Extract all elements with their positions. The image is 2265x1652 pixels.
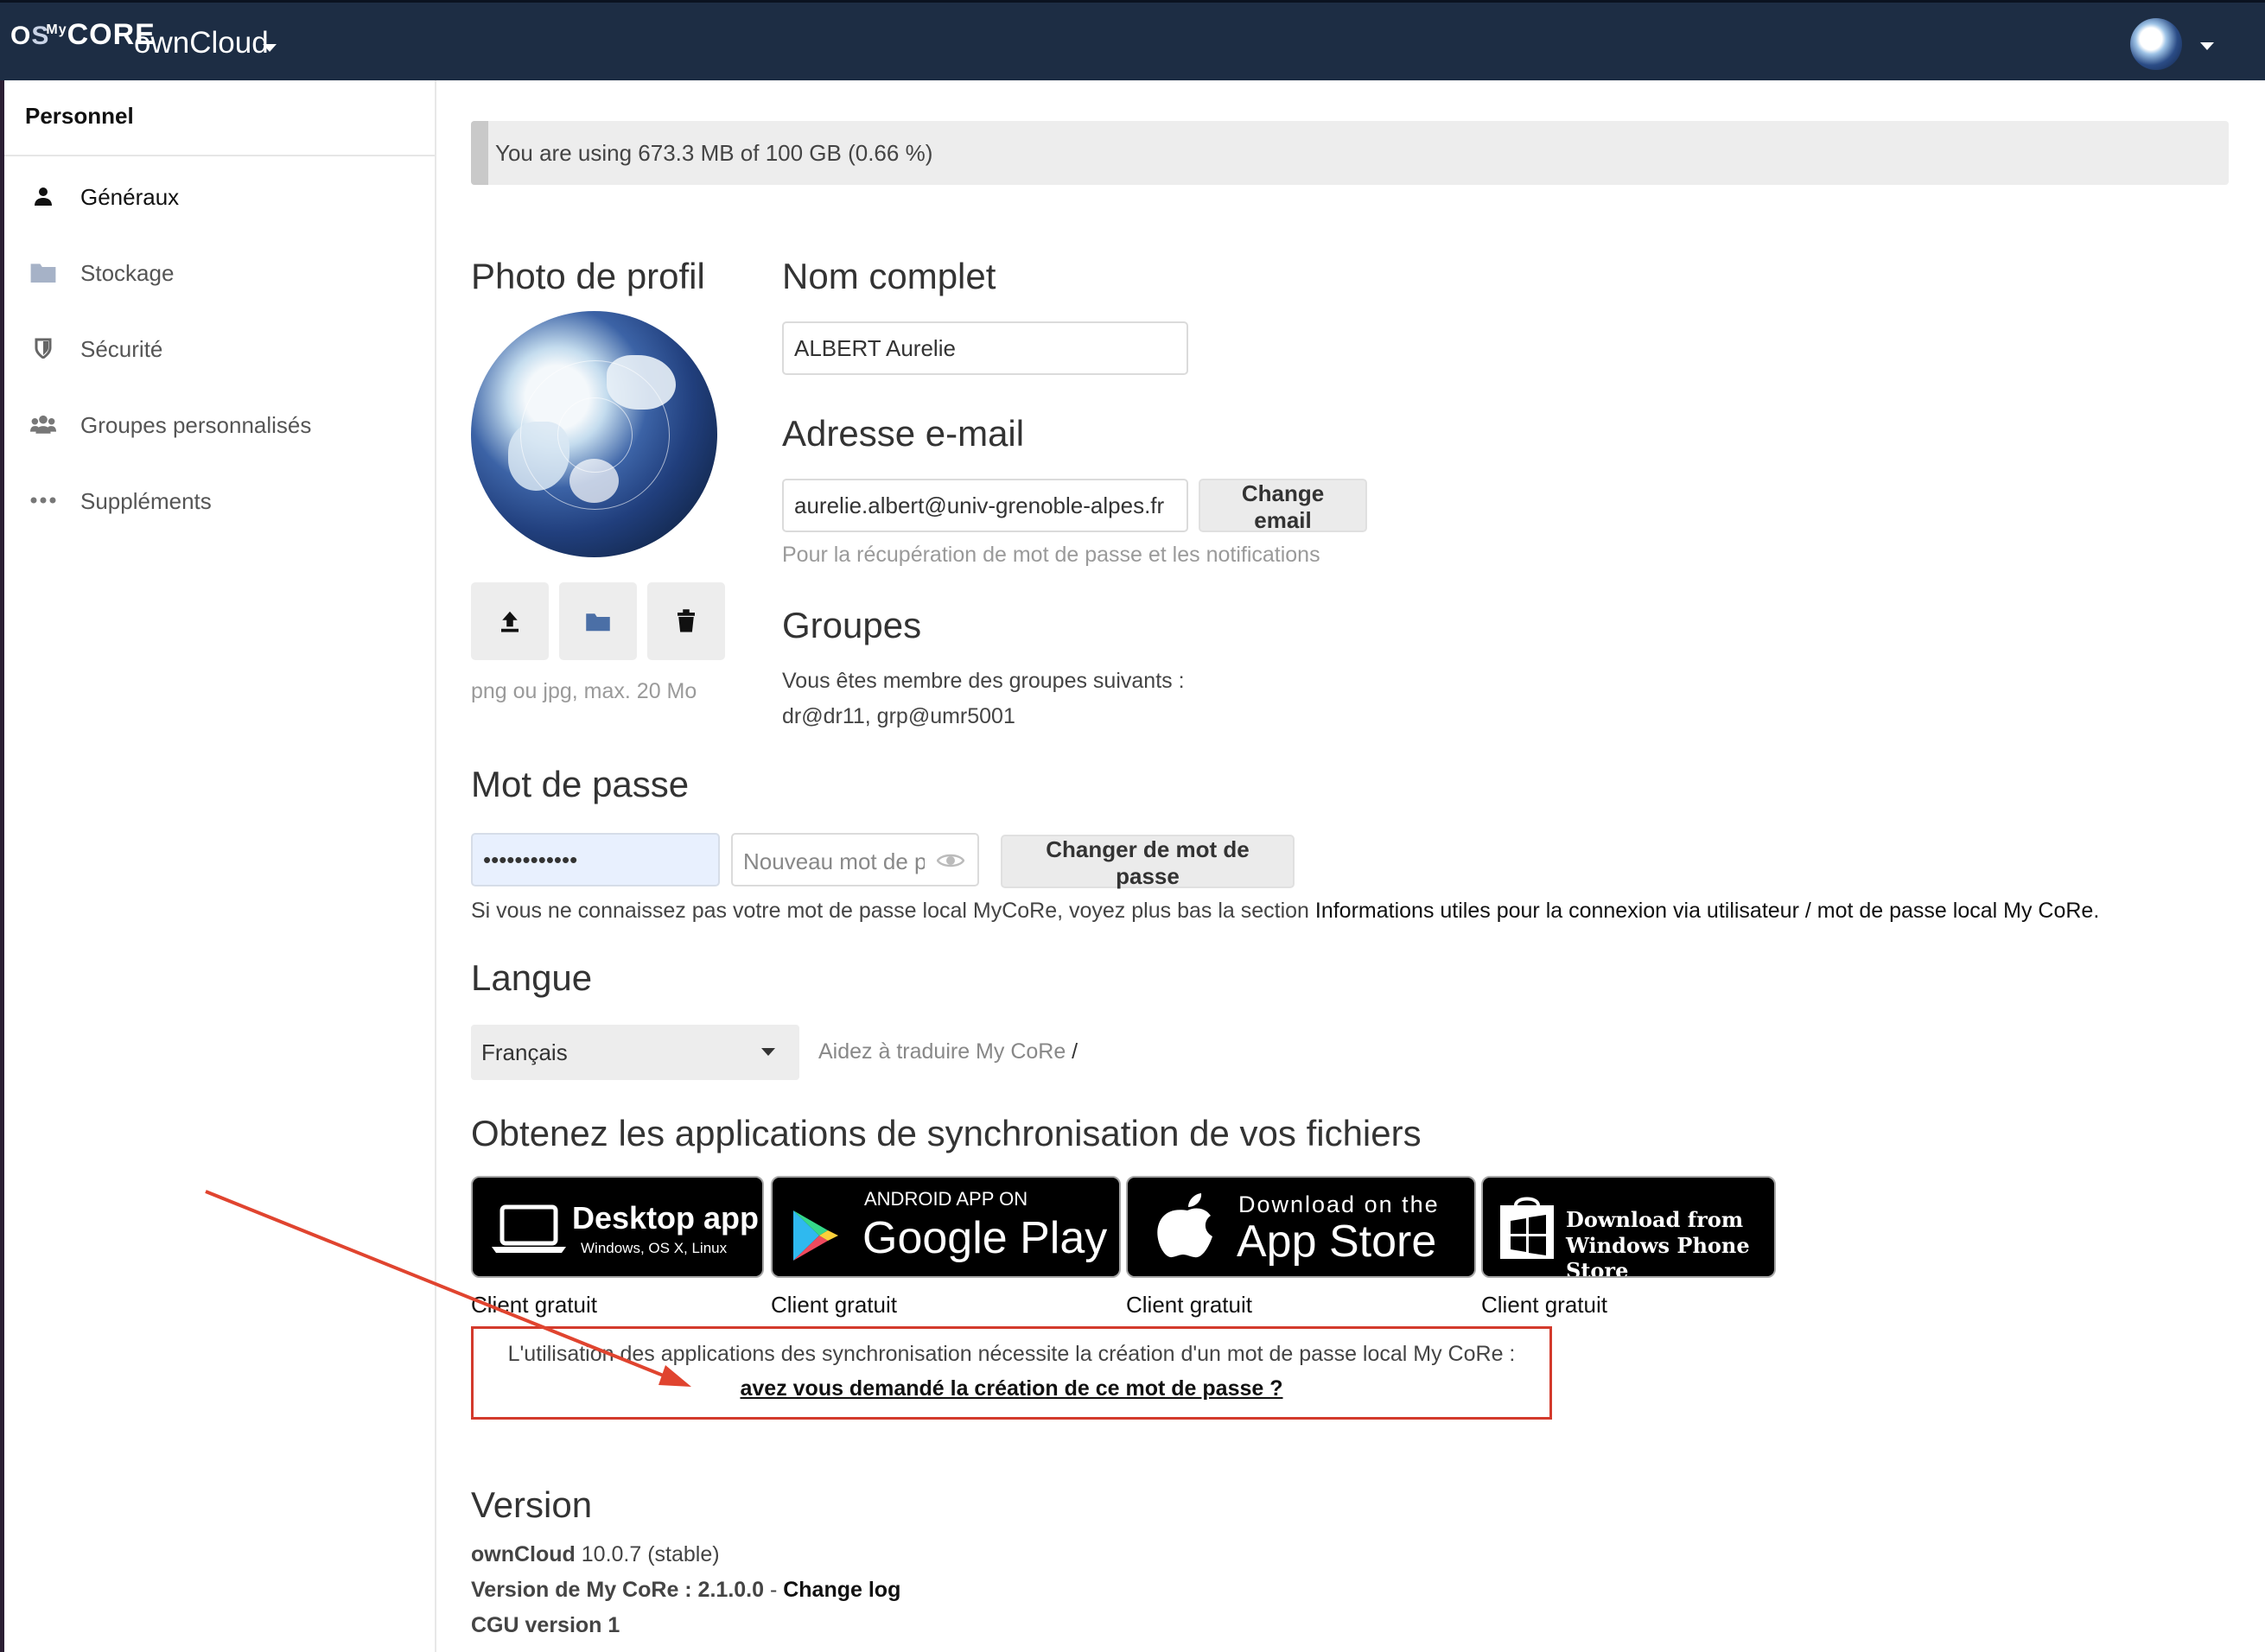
app-store-caption: Client gratuit: [1126, 1292, 1252, 1318]
more-icon: [30, 497, 56, 504]
sidebar-divider: [4, 155, 435, 156]
profile-photo-heading: Photo de profil: [471, 256, 705, 296]
upload-icon: [501, 611, 519, 632]
cgu-label: CGU: [471, 1613, 519, 1637]
password-note: Si vous ne connaissez pas votre mot de p…: [471, 899, 2099, 924]
new-password-field[interactable]: Nouveau mot de passe: [731, 833, 979, 886]
email-hint: Pour la récupération de mot de passe et …: [782, 543, 1320, 567]
translate-help-link[interactable]: Aidez à traduire My CoRe: [818, 1039, 1066, 1064]
upload-photo-button[interactable]: [471, 582, 549, 660]
show-password-eye-icon[interactable]: [937, 851, 964, 870]
top-header: OSMyCORE ownCloud: [0, 0, 2265, 80]
sidebar-heading: Personnel: [25, 103, 134, 129]
trash-icon: [678, 609, 695, 632]
email-heading: Adresse e-mail: [782, 413, 1025, 454]
sidebar-item-label: Groupes personnalisés: [80, 412, 312, 438]
windows-phone-store-badge[interactable]: Download from Windows Phone Store: [1481, 1176, 1776, 1278]
chevron-down-icon: [761, 1048, 775, 1056]
changelog-link[interactable]: Change log: [783, 1578, 900, 1602]
windows-store-caption: Client gratuit: [1481, 1292, 1607, 1318]
app-store-badge[interactable]: Download on the App Store: [1126, 1176, 1476, 1278]
group-icon: [30, 415, 56, 434]
groups-list: dr@dr11, grp@umr5001: [782, 704, 1015, 728]
folder-icon: [586, 613, 610, 632]
sync-notice-link[interactable]: avez vous demandé la création de ce mot …: [474, 1376, 1549, 1401]
sidebar-item-label: Suppléments: [80, 488, 212, 514]
groups-heading: Groupes: [782, 605, 922, 645]
google-play-icon: [793, 1210, 838, 1261]
sidebar-item-generaux[interactable]: Généraux: [4, 165, 435, 226]
sidebar-item-stockage[interactable]: Stockage: [4, 241, 435, 302]
password-note-text: Si vous ne connaissez pas votre mot de p…: [471, 899, 1315, 923]
translate-help-separator: /: [1066, 1039, 1078, 1064]
settings-sidebar: Personnel Généraux Stockage Sécurité Gro…: [4, 80, 436, 1652]
user-avatar[interactable]: [2130, 18, 2182, 70]
storage-quota-bar: You are using 673.3 MB of 100 GB (0.66 %…: [471, 121, 2229, 185]
sync-notice-text: L'utilisation des applications des synch…: [507, 1342, 1516, 1366]
quota-text: You are using 673.3 MB of 100 GB (0.66 %…: [495, 140, 933, 166]
mycore-version-label: Version de My CoRe : 2.1.0.0: [471, 1578, 765, 1602]
laptop-icon: [492, 1204, 566, 1253]
badge-title: Desktop app: [572, 1200, 760, 1236]
user-icon: [35, 187, 52, 206]
sidebar-item-label: Sécurité: [80, 336, 163, 362]
google-play-badge[interactable]: ANDROID APP ON Google Play: [771, 1176, 1121, 1278]
sidebar-item-label: Stockage: [80, 260, 175, 286]
version-separator: -: [764, 1578, 784, 1602]
desktop-app-caption: Client gratuit: [471, 1292, 597, 1318]
owncloud-version: ownCloud 10.0.7 (stable): [471, 1542, 720, 1567]
remove-photo-button[interactable]: [647, 582, 725, 660]
app-switcher-label[interactable]: ownCloud: [134, 26, 269, 60]
sidebar-item-supplements[interactable]: Suppléments: [4, 469, 435, 530]
badge-subtitle: Windows, OS X, Linux: [581, 1240, 728, 1256]
password-note-link[interactable]: Informations utiles pour la connexion vi…: [1315, 899, 2099, 923]
current-password-input[interactable]: [471, 833, 720, 886]
groups-intro: Vous êtes membre des groupes suivants :: [782, 669, 1185, 693]
badge-subtitle: ANDROID APP ON: [864, 1188, 1028, 1210]
product-name: ownCloud: [471, 1542, 576, 1566]
email-input[interactable]: [782, 479, 1188, 532]
badge-subtitle: Download on the: [1238, 1191, 1440, 1217]
badge-title: Google Play: [862, 1213, 1108, 1263]
app-switcher-caret-icon[interactable]: [263, 44, 277, 52]
select-photo-from-files-button[interactable]: [559, 582, 637, 660]
badge-subtitle: Download from: [1566, 1207, 1744, 1232]
cgu-version-value: version 1: [519, 1613, 620, 1637]
desktop-app-badge[interactable]: Desktop app Windows, OS X, Linux: [471, 1176, 764, 1278]
sync-apps-heading: Obtenez les applications de synchronisat…: [471, 1113, 1422, 1153]
language-selected-value: Français: [481, 1039, 568, 1065]
sidebar-item-label: Généraux: [80, 184, 180, 210]
windows-store-icon: [1500, 1197, 1554, 1259]
change-email-button[interactable]: Change email: [1199, 479, 1367, 533]
full-name-input[interactable]: [782, 321, 1188, 375]
password-heading: Mot de passe: [471, 764, 690, 804]
new-password-placeholder: Nouveau mot de passe: [743, 848, 925, 874]
cgu-version: CGU version 1: [471, 1613, 620, 1638]
profile-avatar: [471, 311, 717, 557]
apple-icon: [1157, 1193, 1212, 1258]
sidebar-item-securite[interactable]: Sécurité: [4, 317, 435, 378]
version-heading: Version: [471, 1484, 593, 1525]
change-password-button[interactable]: Changer de mot de passe: [1001, 835, 1295, 889]
user-menu-caret-icon[interactable]: [2200, 42, 2214, 50]
sync-password-notice: L'utilisation des applications des synch…: [471, 1326, 1552, 1420]
shield-icon: [35, 338, 52, 359]
sidebar-item-groupes-personnalises[interactable]: Groupes personnalisés: [4, 393, 435, 454]
google-play-caption: Client gratuit: [771, 1292, 897, 1318]
language-heading: Langue: [471, 957, 593, 998]
full-name-heading: Nom complet: [782, 256, 996, 296]
quota-fill: [471, 121, 488, 185]
badge-title: Windows Phone Store: [1566, 1233, 1750, 1278]
product-version: 10.0.7 (stable): [575, 1542, 720, 1566]
translate-help: Aidez à traduire My CoRe /: [818, 1039, 1078, 1064]
photo-format-hint: png ou jpg, max. 20 Mo: [471, 679, 697, 703]
mycore-version: Version de My CoRe : 2.1.0.0 - Change lo…: [471, 1578, 900, 1603]
language-select[interactable]: Français: [471, 1025, 799, 1080]
folder-icon: [30, 264, 56, 283]
badge-title: App Store: [1237, 1217, 1437, 1267]
